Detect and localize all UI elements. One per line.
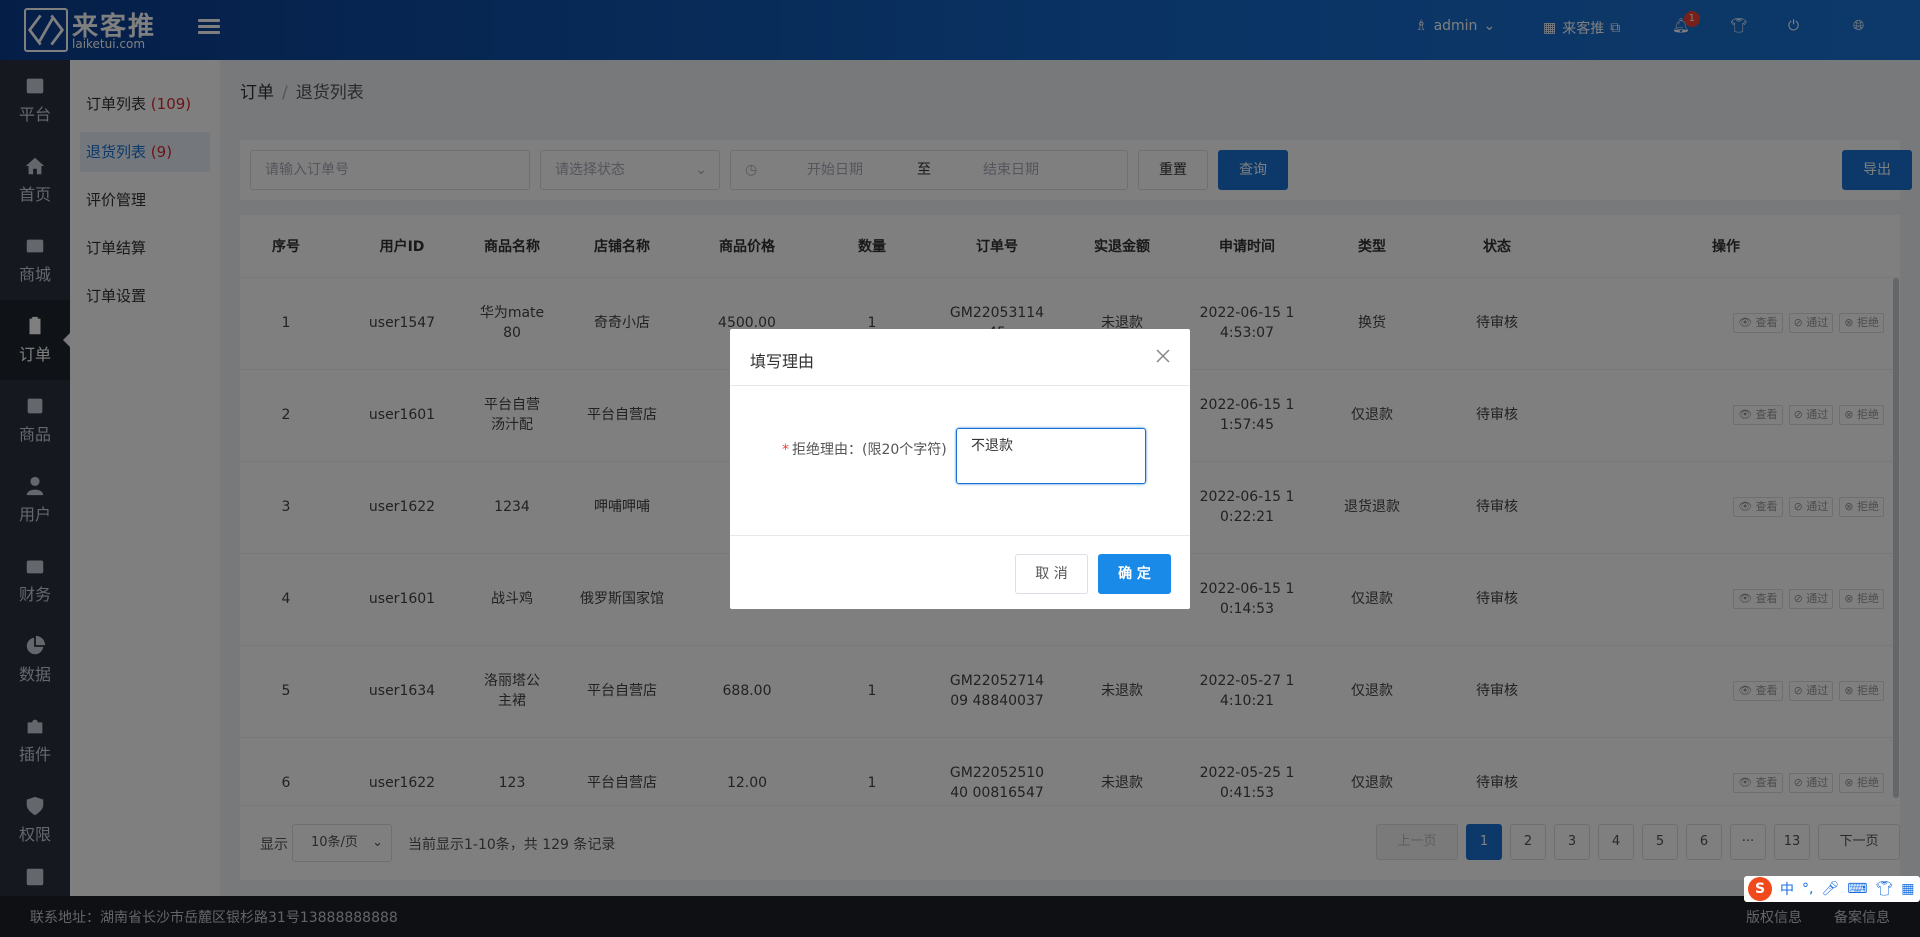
ime-logo-icon: S bbox=[1748, 877, 1772, 901]
reason-label: * 拒绝理由：(限20个字符) bbox=[782, 442, 947, 458]
ime-language: 中 bbox=[1780, 882, 1794, 898]
reason-dialog: 填写理由 * 拒绝理由：(限20个字符) 不退款 取 消 确 定 bbox=[730, 329, 1190, 609]
keyboard-icon: ⌨ bbox=[1847, 881, 1868, 897]
ime-punct-icon: °, bbox=[1802, 881, 1814, 897]
reason-textarea[interactable]: 不退款 bbox=[956, 428, 1146, 484]
tshirt-icon: 👕︎ bbox=[1875, 881, 1894, 897]
divider bbox=[730, 535, 1190, 536]
dialog-title: 填写理由 bbox=[750, 352, 815, 371]
close-icon[interactable] bbox=[1156, 349, 1170, 363]
ime-toolbar[interactable]: S 中 °, 🎤︎ ⌨ 👕︎ ▦ bbox=[1744, 876, 1920, 902]
divider bbox=[730, 385, 1190, 386]
cancel-button[interactable]: 取 消 bbox=[1015, 554, 1088, 594]
grid-icon: ▦ bbox=[1901, 881, 1915, 897]
mic-icon: 🎤︎ bbox=[1821, 881, 1840, 897]
confirm-button[interactable]: 确 定 bbox=[1098, 554, 1171, 594]
